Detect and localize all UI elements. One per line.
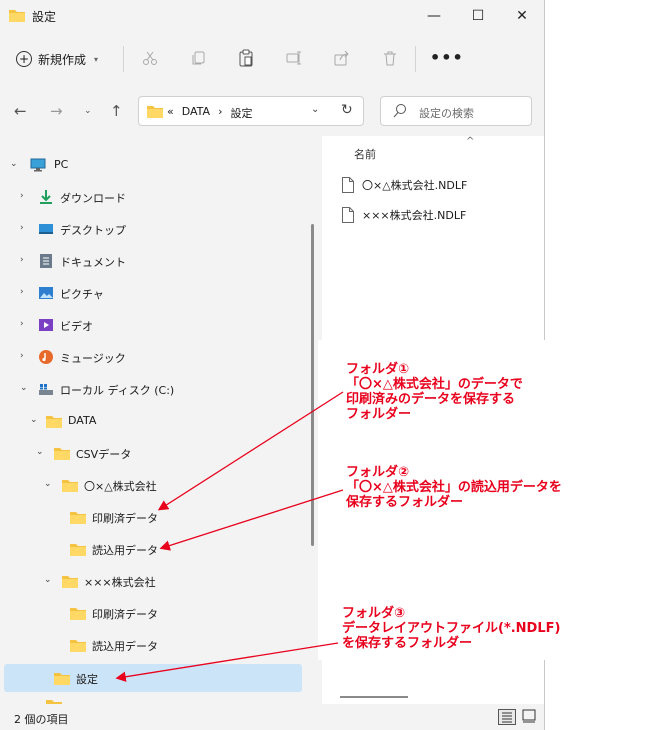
arrow-to-printed-data xyxy=(157,391,344,511)
arrow-to-import-data xyxy=(159,489,344,551)
arrow-to-settings xyxy=(115,642,339,682)
annotation-arrows xyxy=(115,391,344,682)
